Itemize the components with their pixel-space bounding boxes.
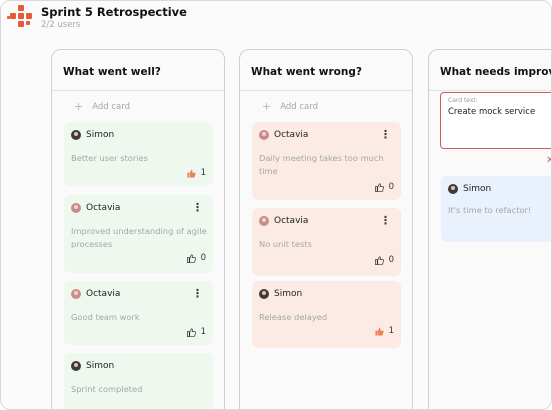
card-text: It's time to refactor! [448,205,532,215]
card-author-name: Octavia [86,203,121,213]
card-author-name: Octavia [274,216,309,226]
card[interactable]: Octavia ⋮ Good team work 1 [64,281,213,345]
card-text: Better user stories [71,153,148,163]
avatar [71,361,81,371]
column-needs-improvement: What needs improvement? Card text: Creat… [428,49,551,409]
column-title: What went wrong? [240,50,412,91]
card-text-input[interactable]: Create mock service [448,107,535,117]
card-author: Octavia [71,203,120,213]
card-author-name: Simon [274,289,303,299]
card-text: Daily meeting takes too much time [259,153,384,176]
card-author: Simon [71,130,114,140]
column-title: What went well? [52,50,224,91]
like-count: 1 [200,327,206,337]
like-count: 0 [388,255,394,265]
column-went-well: What went well? + Add card Simon Better … [51,49,225,409]
kebab-menu-icon[interactable]: ⋮ [380,128,391,141]
card-author-name: Octavia [86,289,121,299]
like-count: 1 [388,326,394,336]
column-title: What needs improvement? [429,50,551,91]
card-author-name: Simon [86,130,115,140]
app-logo-icon [7,5,35,31]
add-card-label: Add card [92,101,130,112]
like-button[interactable]: 0 [374,255,394,265]
plus-icon: + [262,100,272,113]
card-author: Octavia [259,216,308,226]
card-author: Octavia [71,289,120,299]
add-card-label: Add card [280,101,318,112]
card[interactable]: Simon Release delayed 1 [252,281,401,348]
new-card-editor[interactable]: Card text: Create mock service [440,92,551,149]
card[interactable]: Octavia ⋮ No unit tests 0 [252,208,401,276]
avatar [71,289,81,299]
retro-board: Sprint 5 Retrospective 2/2 users What we… [0,0,552,410]
board-title: Sprint 5 Retrospective [41,5,187,19]
like-button[interactable]: 0 [374,182,394,192]
card-author-name: Simon [86,361,115,371]
like-count: 0 [200,253,206,263]
thumbs-up-icon [375,327,384,336]
like-count: 0 [388,182,394,192]
avatar [71,130,81,140]
plus-icon: + [74,100,84,113]
kebab-menu-icon[interactable]: ⋮ [192,201,203,214]
card-text: Sprint completed [71,384,143,394]
avatar [71,203,81,213]
card-text: Improved understanding of agile processe… [71,226,207,249]
thumbs-up-icon [186,327,196,337]
card-author-name: Simon [463,184,492,194]
card-author-name: Octavia [274,130,309,140]
avatar [259,289,269,299]
thumbs-up-icon [186,253,196,263]
board-users-count: 2/2 users [41,20,81,30]
like-button[interactable]: 1 [187,168,206,178]
card[interactable]: Simon Better user stories 1 [64,122,213,186]
card[interactable]: Octavia ⋮ Daily meeting takes too much t… [252,122,401,200]
card[interactable]: Octavia ⋮ Improved understanding of agil… [64,195,213,273]
add-card-button[interactable]: + Add card [262,100,318,113]
avatar [259,216,269,226]
card-text: No unit tests [259,239,312,249]
card-author: Simon [71,361,114,371]
card-author: Octavia [259,130,308,140]
like-button[interactable]: 1 [375,326,394,336]
card-author: Simon [448,184,491,194]
thumbs-up-icon [374,255,384,265]
card[interactable]: Simon It's time to refactor! [441,176,551,242]
card-text: Release delayed [259,312,328,322]
thumbs-up-icon [187,169,196,178]
like-count: 1 [200,168,206,178]
kebab-menu-icon[interactable]: ⋮ [192,287,203,300]
card-text-label: Card text: [448,97,478,104]
like-button[interactable]: 1 [186,327,206,337]
card-author: Simon [259,289,302,299]
avatar [259,130,269,140]
kebab-menu-icon[interactable]: ⋮ [380,214,391,227]
avatar [448,184,458,194]
card[interactable]: Simon Sprint completed [64,353,213,409]
thumbs-up-icon [374,182,384,192]
column-went-wrong: What went wrong? + Add card Octavia ⋮ Da… [239,49,413,409]
close-icon[interactable]: ✕ [546,155,551,166]
add-card-button[interactable]: + Add card [74,100,130,113]
card-text: Good team work [71,312,140,322]
like-button[interactable]: 0 [186,253,206,263]
